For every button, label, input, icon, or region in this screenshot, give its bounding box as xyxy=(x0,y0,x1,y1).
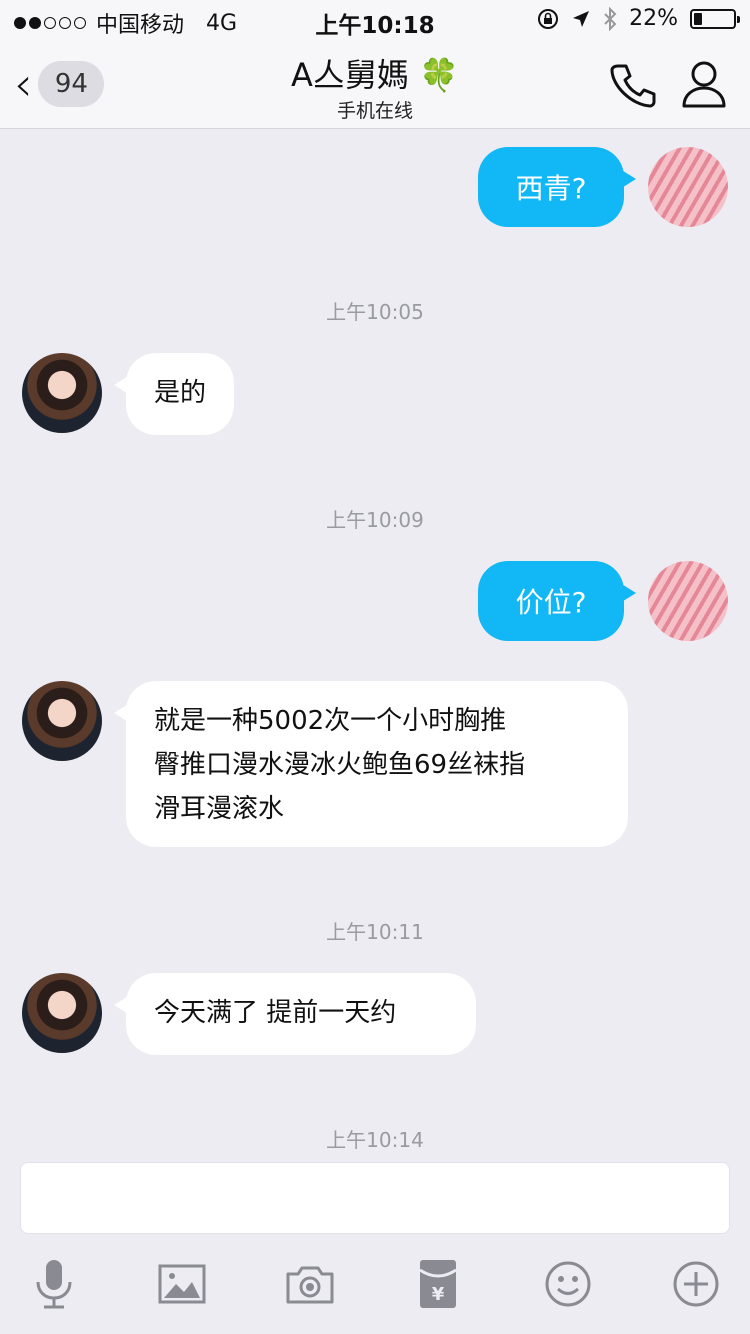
back-button[interactable]: ‹ 94 xyxy=(14,58,110,110)
red-packet-icon[interactable]: ¥ xyxy=(410,1256,466,1312)
battery-icon xyxy=(690,8,740,29)
unread-count-badge: 94 xyxy=(38,61,105,107)
contact-name[interactable]: A亼舅媽 🍀 xyxy=(160,50,590,96)
outgoing-message[interactable]: 西青? xyxy=(478,147,636,227)
chat-toolbar: ¥ xyxy=(0,1236,750,1334)
status-bar: 中国移动 4G 上午10:18 22% xyxy=(0,0,750,40)
incoming-message[interactable]: 就是一种5002次一个小时胸推 臀推口漫水漫冰火鲍鱼69丝袜指 滑耳漫滚水 xyxy=(114,681,628,847)
message-text-line: 臀推口漫水漫冰火鲍鱼69丝袜指 xyxy=(154,750,526,780)
phone-icon[interactable] xyxy=(604,56,660,112)
chevron-left-icon: ‹ xyxy=(14,57,33,111)
message-timestamp: 上午10:05 xyxy=(326,300,424,324)
message-timestamp: 上午10:09 xyxy=(326,508,424,532)
message-input[interactable] xyxy=(20,1162,730,1234)
bluetooth-icon xyxy=(604,6,617,31)
status-right: 22% xyxy=(537,6,740,31)
chat-header: ‹ 94 A亼舅媽 🍀 手机在线 xyxy=(0,40,750,129)
orientation-lock-icon xyxy=(538,8,559,29)
outgoing-message[interactable]: 价位? xyxy=(478,561,636,641)
microphone-icon[interactable] xyxy=(26,1256,82,1312)
emoji-icon[interactable] xyxy=(540,1256,596,1312)
contact-name-text: A亼舅媽 xyxy=(291,56,409,94)
svg-text:¥: ¥ xyxy=(432,1284,445,1305)
incoming-message[interactable]: 今天满了 提前一天约 xyxy=(114,973,476,1055)
message-text: 价位? xyxy=(515,586,587,619)
message-text-line: 就是一种5002次一个小时胸推 xyxy=(154,706,507,736)
profile-icon[interactable] xyxy=(676,56,732,112)
message-text: 是的 xyxy=(154,378,207,408)
battery-percent: 22% xyxy=(629,6,678,31)
message-list[interactable]: 西青? 上午10:05 是的 上午10:09 价位? 就是一种5002次一个小时… xyxy=(0,128,750,1160)
message-text: 今天满了 提前一天约 xyxy=(154,998,397,1028)
plus-icon[interactable] xyxy=(668,1256,724,1312)
message-timestamp: 上午10:11 xyxy=(326,920,424,944)
location-icon xyxy=(573,10,590,27)
contact-avatar[interactable] xyxy=(22,353,102,433)
message-text: 西青? xyxy=(515,172,587,205)
incoming-message[interactable]: 是的 xyxy=(113,353,235,435)
contact-avatar[interactable] xyxy=(22,973,102,1053)
message-text-line: 滑耳漫滚水 xyxy=(154,794,285,824)
my-avatar[interactable] xyxy=(648,147,728,227)
camera-icon[interactable] xyxy=(282,1256,338,1312)
message-timestamp: 上午10:14 xyxy=(326,1128,424,1152)
my-avatar[interactable] xyxy=(648,561,728,641)
online-status: 手机在线 xyxy=(336,100,413,122)
clover-emoji: 🍀 xyxy=(419,56,459,94)
contact-avatar[interactable] xyxy=(22,681,102,761)
image-icon[interactable] xyxy=(154,1256,210,1312)
